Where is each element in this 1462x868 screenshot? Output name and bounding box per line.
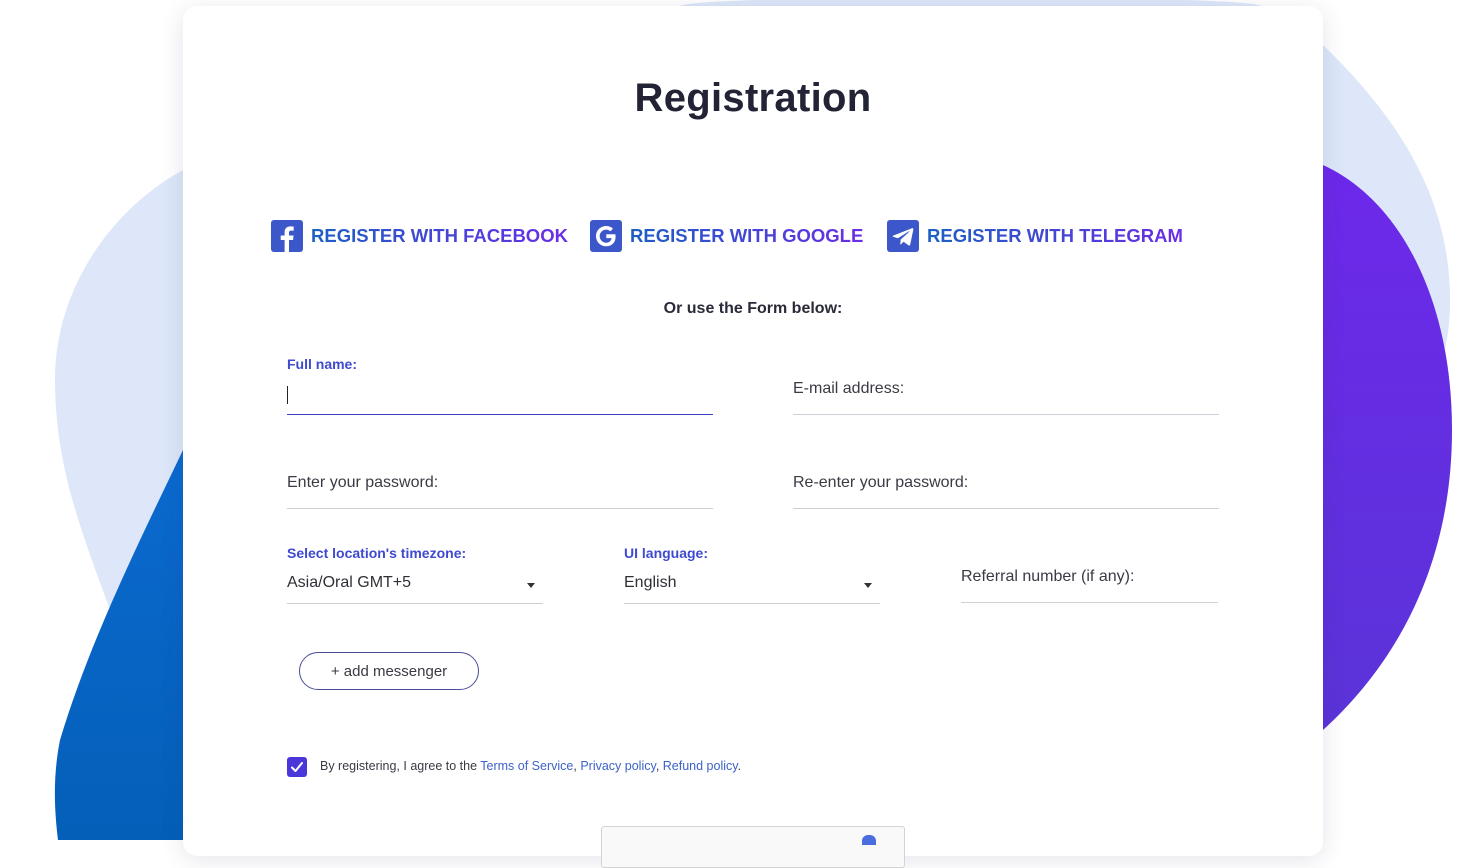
agreement-prefix: By registering, I agree to the <box>320 759 481 773</box>
full-name-field[interactable]: Full name: <box>287 356 713 415</box>
timezone-value: Asia/Oral GMT+5 <box>287 574 412 591</box>
full-name-label: Full name: <box>287 356 358 372</box>
privacy-policy-link[interactable]: Privacy policy <box>580 759 655 773</box>
register-google-button[interactable]: REGISTER WITH GOOGLE <box>590 220 863 252</box>
password-field[interactable]: Enter your password: <box>287 450 713 509</box>
referral-field[interactable]: Referral number (if any): <box>961 545 1218 603</box>
terms-of-service-link[interactable]: Terms of Service <box>480 759 573 773</box>
register-facebook-button[interactable]: REGISTER WITH FACEBOOK <box>271 220 568 252</box>
chevron-down-icon[interactable] <box>527 583 535 588</box>
timezone-label: Select location's timezone: <box>287 545 467 561</box>
timezone-select[interactable]: Select location's timezone: Asia/Oral GM… <box>287 545 543 604</box>
language-value: English <box>624 574 677 591</box>
agree-checkbox[interactable] <box>287 757 307 777</box>
chevron-down-icon[interactable] <box>864 583 872 588</box>
email-label: E-mail address: <box>793 380 905 397</box>
google-icon <box>590 220 622 252</box>
add-messenger-button[interactable]: + add messenger <box>299 652 479 690</box>
captcha-widget[interactable] <box>601 826 905 868</box>
password-repeat-label: Re-enter your password: <box>793 474 969 491</box>
referral-label: Referral number (if any): <box>961 568 1135 585</box>
agreement-text: By registering, I agree to the Terms of … <box>320 759 741 773</box>
language-label: UI language: <box>624 545 709 561</box>
agreement-suffix: . <box>737 759 742 773</box>
register-telegram-label: REGISTER WITH TELEGRAM <box>927 225 1183 246</box>
language-select[interactable]: UI language: English <box>624 545 880 604</box>
text-cursor <box>287 386 288 404</box>
register-google-label: REGISTER WITH GOOGLE <box>630 225 864 246</box>
password-repeat-field[interactable]: Re-enter your password: <box>793 450 1219 509</box>
refund-policy-link[interactable]: Refund policy <box>663 759 738 773</box>
telegram-icon <box>887 220 919 252</box>
checkmark-icon <box>291 762 303 772</box>
or-use-form-text: Or use the Form below: <box>663 300 843 317</box>
register-facebook-label: REGISTER WITH FACEBOOK <box>311 225 568 246</box>
register-telegram-button[interactable]: REGISTER WITH TELEGRAM <box>887 220 1183 252</box>
captcha-logo-icon <box>862 835 876 845</box>
password-label: Enter your password: <box>287 474 439 491</box>
registration-card: Registration REGISTER WITH FACEBOOK REGI… <box>183 6 1323 868</box>
email-field[interactable]: E-mail address: <box>793 356 1219 415</box>
facebook-icon <box>271 220 303 252</box>
page-title: Registration <box>634 76 872 120</box>
agreement-separator: , <box>655 759 663 773</box>
